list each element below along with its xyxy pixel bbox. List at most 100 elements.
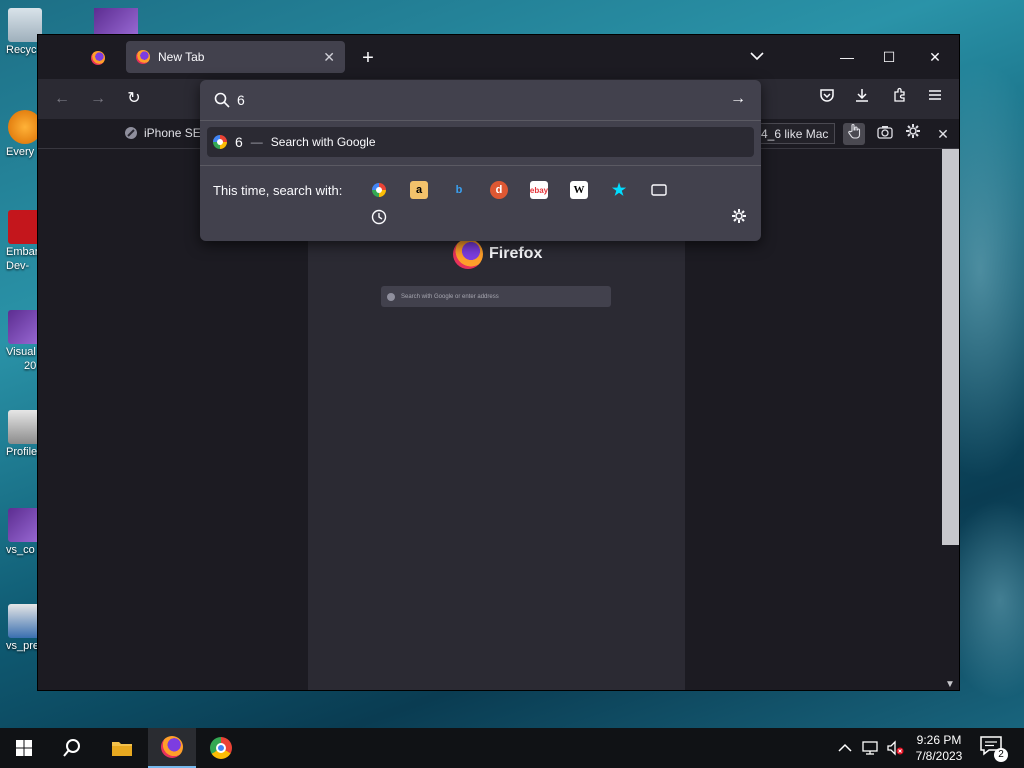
urlbar-input-row: → (200, 80, 761, 120)
desktop-icon-label: Embar (6, 246, 39, 258)
desktop-icon-everything[interactable]: Every (2, 110, 42, 158)
desktop-icon-vs-preview[interactable]: vs_pre (2, 604, 42, 652)
bing-icon: b (455, 184, 463, 196)
suggestion-term: 6 (235, 134, 243, 150)
action-center-button[interactable]: 2 (980, 736, 1008, 762)
hand-pointer-icon (848, 123, 861, 139)
device-name: iPhone SE (144, 126, 201, 140)
firefox-taskbar-button[interactable] (148, 728, 196, 768)
recycle-bin-icon (8, 8, 42, 42)
desktop-icon-embarcadero[interactable]: Embar Dev- (2, 210, 42, 272)
tab-new-tab[interactable]: New Tab ✕ (126, 41, 345, 73)
file-explorer-button[interactable] (98, 728, 146, 768)
pocket-icon (820, 89, 834, 102)
taskbar: 9:26 PM 7/8/2023 2 (0, 728, 1024, 768)
desktop-icon-profile[interactable]: Profile (2, 410, 42, 458)
gear-icon (732, 209, 746, 223)
reload-button[interactable]: ↻ (122, 87, 146, 111)
search-settings-button[interactable] (731, 208, 747, 228)
windows-icon (16, 740, 32, 756)
urlbar-input[interactable] (237, 90, 717, 110)
ebay-engine-button[interactable]: ebay (530, 181, 548, 199)
maximize-button[interactable]: ☐ (866, 43, 912, 71)
desktop-icon-label: Recyc (6, 44, 37, 56)
search-icon (63, 739, 80, 757)
desktop-icon-label: vs_pre (6, 640, 40, 652)
download-icon (856, 89, 868, 102)
device-selector[interactable]: iPhone SE (124, 126, 201, 140)
embarcadero-icon (8, 210, 42, 244)
chevron-up-icon (838, 743, 852, 752)
bookmarks-icon: ★ (611, 182, 627, 199)
clock-time: 9:26 PM (916, 733, 962, 747)
visual-studio-installer-icon (8, 508, 42, 542)
volume-button[interactable] (886, 728, 904, 768)
desktop-icon-label: Profile (6, 446, 38, 458)
chrome-taskbar-button[interactable] (197, 728, 245, 768)
everything-icon (8, 110, 42, 144)
pinned-tab[interactable] (82, 43, 114, 73)
user-agent-input[interactable]: 4_6 like Mac (754, 123, 836, 144)
wikipedia-icon: W (573, 184, 585, 196)
scrollbar[interactable]: ▼ (942, 149, 959, 690)
firefox-wordmark: Firefox (489, 245, 543, 262)
back-button[interactable]: ← (50, 87, 74, 111)
tabs-icon (651, 184, 667, 196)
pocket-button[interactable] (815, 87, 839, 111)
wikipedia-engine-button[interactable]: W (570, 181, 588, 199)
menu-button[interactable] (923, 87, 947, 111)
duckduckgo-icon: d (495, 184, 503, 196)
divider (200, 165, 761, 166)
desktop-icon-label: vs_co (6, 544, 35, 556)
desktop-icon-visual-studio[interactable]: Visual 20 (2, 310, 42, 372)
camera-icon (877, 126, 893, 139)
google-icon (372, 183, 386, 197)
scroll-down-arrow[interactable]: ▼ (945, 679, 955, 690)
tab-title: New Tab (158, 50, 205, 64)
start-button[interactable] (0, 728, 48, 768)
close-window-button[interactable]: ✕ (912, 43, 958, 71)
forward-button[interactable]: → (86, 87, 110, 111)
desktop-icon-recycle-bin[interactable]: Recyc (2, 8, 42, 56)
search-button[interactable] (48, 728, 96, 768)
touch-simulation-button[interactable] (843, 123, 865, 145)
show-hidden-icons-button[interactable] (838, 728, 852, 768)
search-suggestion[interactable]: 6 — Search with Google (207, 127, 754, 157)
close-icon[interactable]: ✕ (323, 49, 335, 66)
duckduckgo-engine-button[interactable]: d (490, 181, 508, 199)
hamburger-icon (929, 90, 941, 100)
notification-count-badge: 2 (994, 748, 1008, 762)
chevron-down-icon (750, 52, 764, 61)
bookmarks-button[interactable]: ★ (610, 181, 628, 199)
new-tab-button[interactable]: + (356, 47, 380, 71)
visual-studio-icon (8, 310, 42, 344)
urlbar-popup: → 6 — Search with Google This time, sear… (200, 80, 761, 241)
network-button[interactable] (862, 728, 880, 768)
search-placeholder: Search with Google or enter address (401, 293, 499, 300)
firefox-logo-icon (453, 239, 483, 269)
downloads-button[interactable] (850, 87, 874, 111)
google-icon (387, 292, 395, 301)
close-rdm-button[interactable]: ✕ (932, 123, 954, 145)
volume-muted-icon (887, 740, 904, 756)
bing-engine-button[interactable]: b (450, 181, 468, 199)
google-engine-button[interactable] (370, 181, 388, 199)
scrollbar-thumb[interactable] (942, 149, 959, 545)
desktop-icon-vs-community[interactable]: vs_co (2, 508, 42, 556)
clock[interactable]: 9:26 PM 7/8/2023 (908, 732, 970, 764)
list-all-tabs-button[interactable] (750, 48, 764, 64)
viewport-search-box[interactable]: Search with Google or enter address (381, 286, 611, 307)
desktop-icon-label: Dev- (6, 260, 30, 272)
one-off-label: This time, search with: (213, 183, 343, 198)
amazon-engine-button[interactable]: a (410, 181, 428, 199)
extensions-button[interactable] (888, 87, 912, 111)
tabs-button[interactable] (650, 181, 668, 199)
tab-strip: New Tab ✕ + — ☐ ✕ (38, 35, 959, 79)
settings-button[interactable] (902, 123, 924, 145)
minimize-button[interactable]: — (824, 43, 870, 71)
history-button[interactable] (370, 208, 388, 226)
network-icon (862, 741, 878, 755)
chrome-icon (210, 737, 232, 759)
screenshot-button[interactable] (874, 123, 896, 145)
go-arrow-icon[interactable]: → (730, 90, 746, 108)
